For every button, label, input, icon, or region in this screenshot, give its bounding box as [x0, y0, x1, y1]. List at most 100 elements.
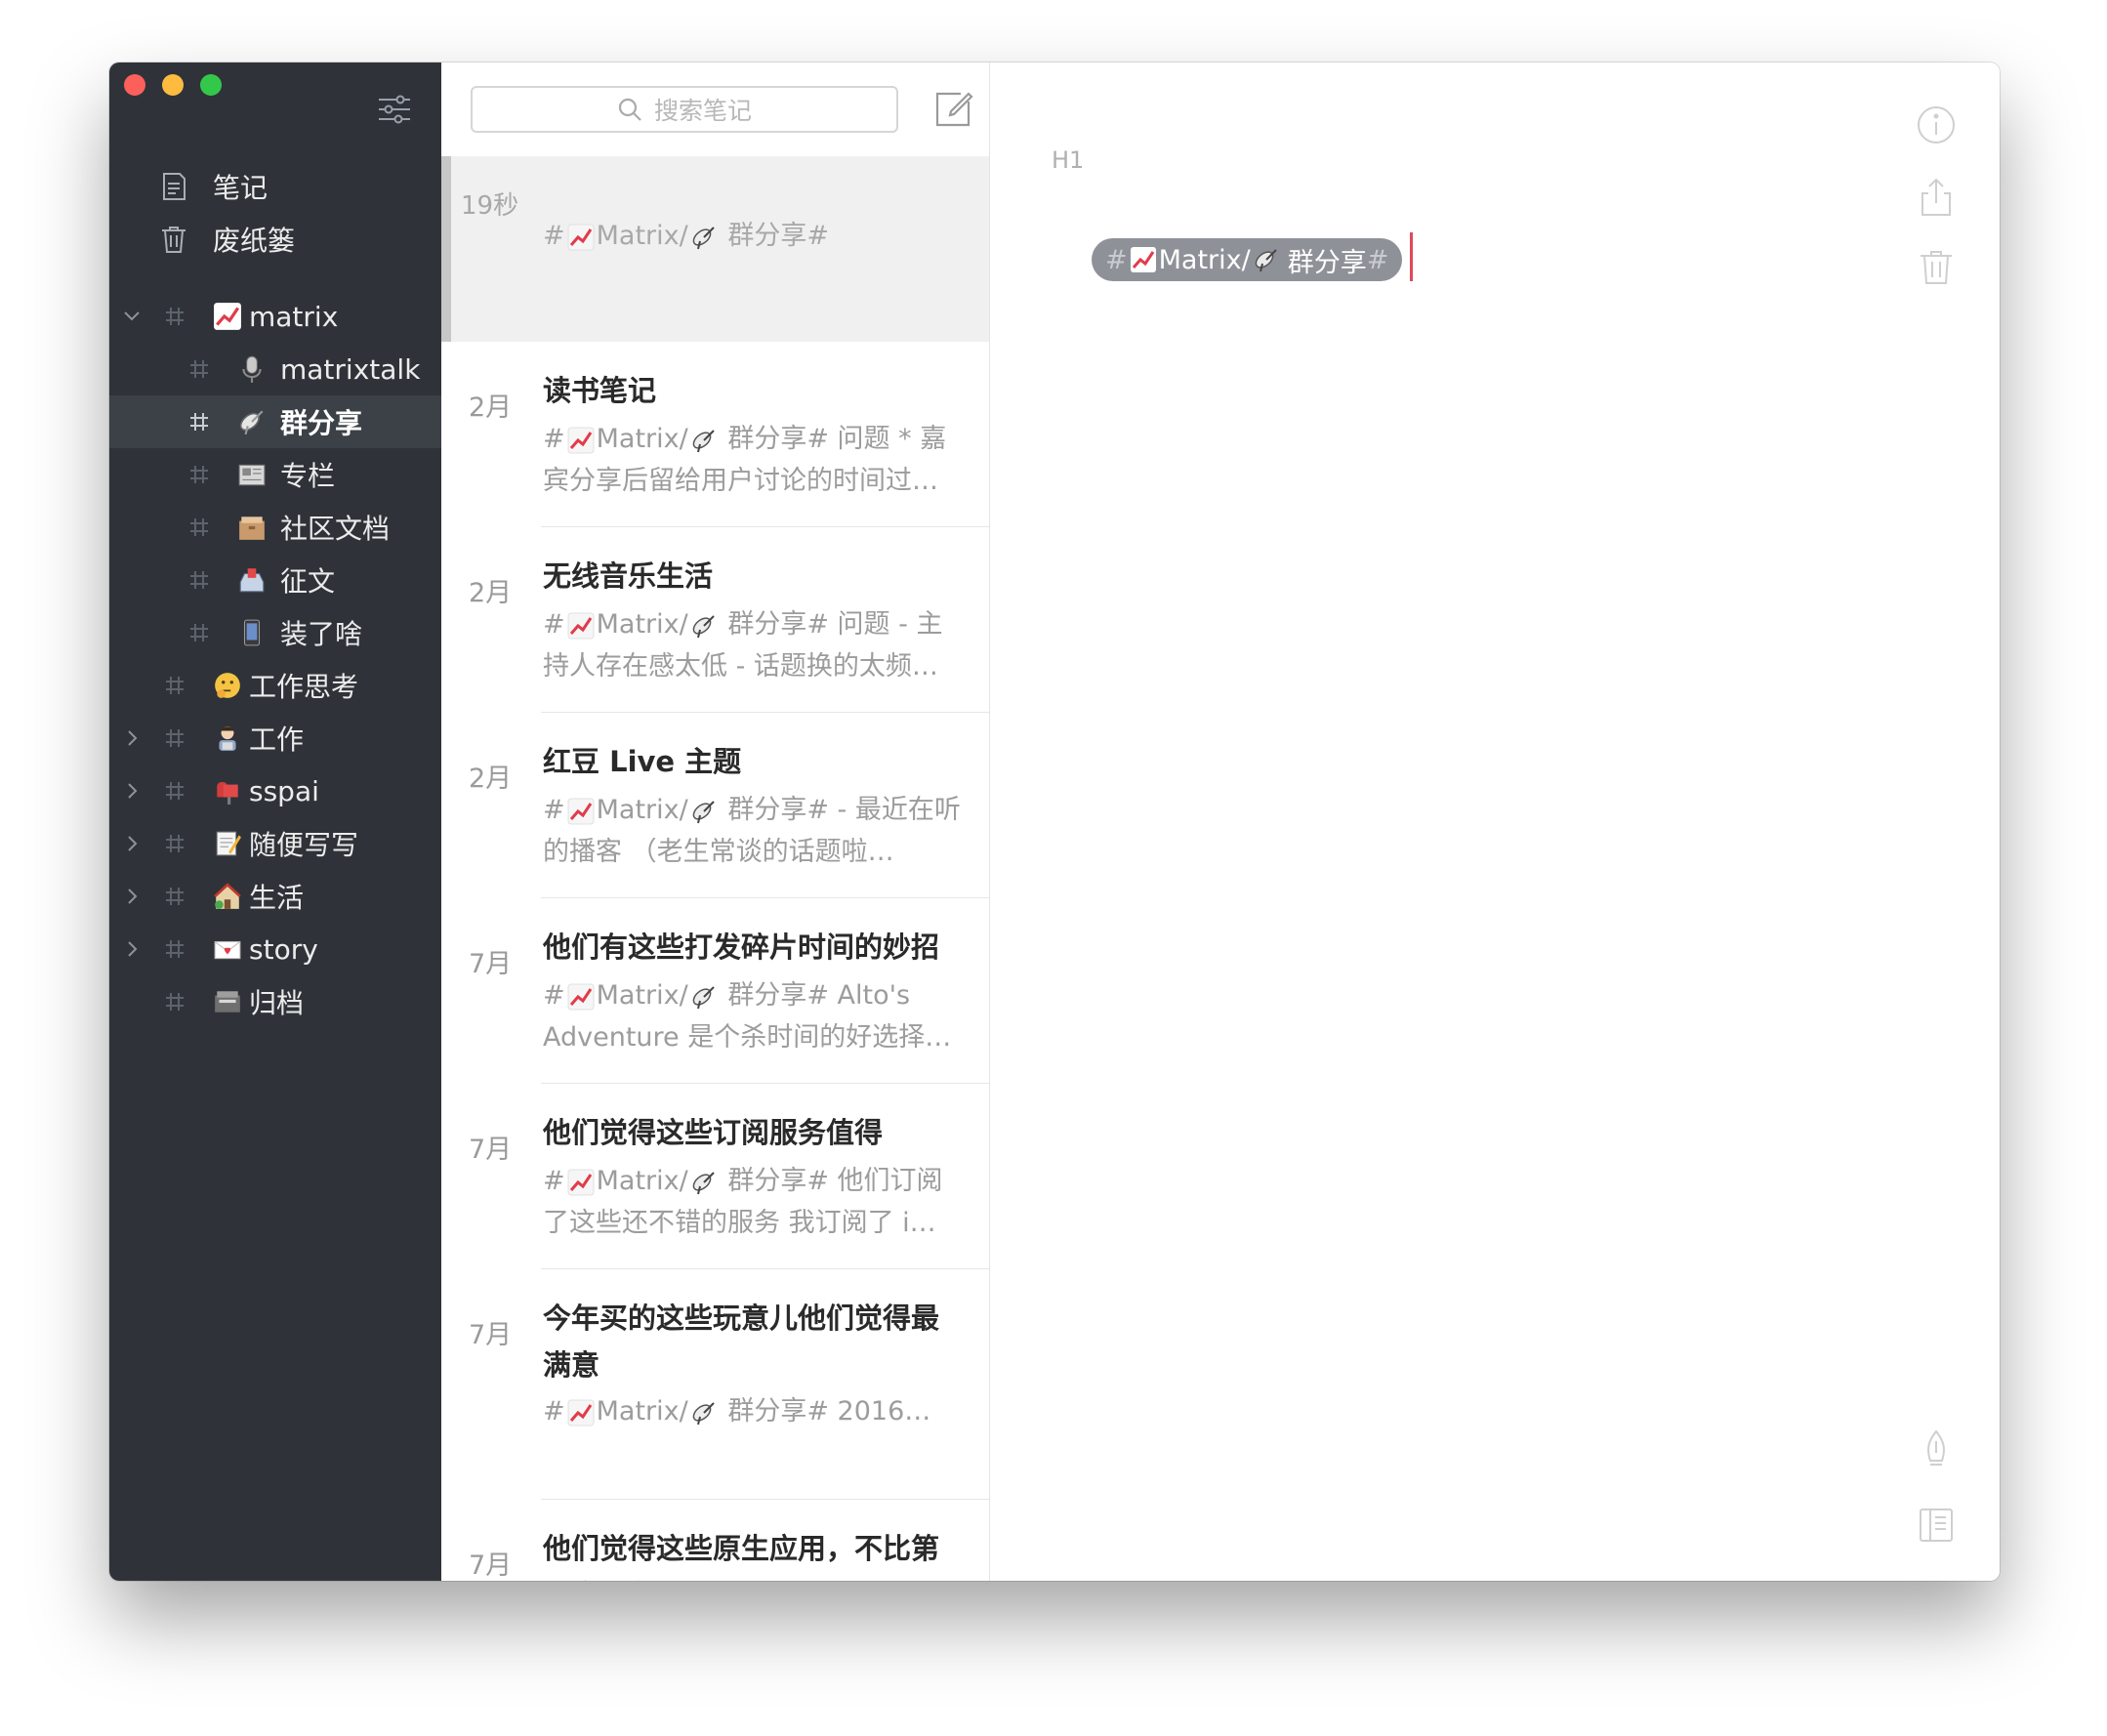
preview-hash: # [543, 795, 565, 825]
app-window: 笔记 废纸篓 matrix matrixtalk 群分享专栏 社区文档征文装了啥 工作思… [109, 62, 2000, 1581]
satellite-dish-icon [692, 1401, 715, 1425]
note-date: 7月 [469, 1550, 513, 1581]
preview-matrix: Matrix/ [596, 795, 688, 825]
note-list-item[interactable]: 7月 他们有这些打发碎片时间的妙招 # Matrix/ 群分享# Alto's Adv… [441, 898, 989, 1084]
note-date: 7月 [469, 1135, 513, 1165]
sidebar: 笔记 废纸篓 matrix matrixtalk 群分享专栏 社区文档征文装了啥 工作思… [109, 62, 441, 1581]
house-emoji [212, 881, 243, 912]
microphone-emoji [236, 353, 268, 385]
office-worker-emoji [212, 723, 243, 754]
chevron-right-icon[interactable] [121, 938, 143, 960]
chevron-right-icon[interactable] [121, 727, 143, 749]
preview-hash: # [543, 1166, 565, 1196]
search-placeholder: 搜索笔记 [653, 97, 752, 125]
compose-icon[interactable] [931, 88, 974, 131]
search-field[interactable]: 搜索笔记 [471, 86, 898, 133]
preview-group: 群分享# [727, 1396, 829, 1426]
notes-icon[interactable] [1915, 1504, 1958, 1547]
editor-pane[interactable]: H1 # Matrix/ 群分享 # [990, 62, 2000, 1581]
note-list-item[interactable]: 2月 无线音乐生活 # Matrix/ 群分享# 问题 - 主持人存在感太低 - 话题… [441, 527, 989, 713]
sidebar-item-label: 废纸篓 [213, 225, 296, 257]
tag-label: sspai [249, 774, 319, 807]
trash-icon [162, 227, 186, 253]
preview-group: 群分享# [727, 221, 829, 251]
tag-label: 群分享 [280, 407, 363, 439]
newspaper-emoji [236, 459, 268, 490]
close-window-button[interactable] [124, 74, 145, 96]
search-icon [618, 98, 641, 121]
satellite-dish-icon [1255, 249, 1277, 272]
memo-emoji [212, 828, 243, 859]
sidebar-item-label: 笔记 [213, 172, 269, 204]
note-date: 7月 [469, 949, 513, 979]
zoom-window-button[interactable] [200, 74, 222, 96]
info-icon[interactable] [1915, 103, 1958, 146]
preview-matrix: Matrix/ [596, 609, 688, 640]
note-title: 读书笔记 [543, 374, 657, 407]
satellite-dish-icon [692, 429, 715, 452]
text-caret [1410, 232, 1413, 281]
sidebar-tag-随便写写[interactable]: 随便写写 [109, 817, 441, 870]
thinking-face-emoji [212, 670, 243, 701]
preview-matrix: Matrix/ [596, 980, 688, 1011]
preview-hash: # [543, 424, 565, 454]
chevron-down-icon[interactable] [121, 306, 143, 327]
hashtag-icon [190, 624, 208, 641]
sidebar-tag-matrix[interactable]: matrix [109, 290, 441, 343]
note-list-item[interactable]: 2月 红豆 Live 主题 # Matrix/ 群分享# - 最近在听的播客 （老生常… [441, 713, 989, 898]
sidebar-tag-社区文档[interactable]: 社区文档 [109, 501, 441, 554]
trash-icon[interactable] [1915, 246, 1958, 289]
sidebar-tag-sspai[interactable]: sspai [109, 765, 441, 817]
tag-label: 征文 [280, 565, 336, 598]
sidebar-item-trash[interactable]: 废纸篓 [109, 213, 441, 266]
note-list-item[interactable]: 7月 今年买的这些玩意儿他们觉得最满意 # Matrix/ 群分享# 2016… [441, 1269, 989, 1500]
note-list-item[interactable]: 19秒 # Matrix/ 群分享# [441, 156, 989, 342]
chevron-right-icon[interactable] [121, 780, 143, 802]
note-date: 2月 [469, 578, 513, 608]
preview-group: 群分享# [727, 609, 829, 640]
chevron-right-icon[interactable] [121, 833, 143, 854]
file-box-emoji [236, 512, 268, 543]
note-preview: # Matrix/ 群分享# [543, 215, 963, 257]
editor-tag-chip[interactable]: # Matrix/ 群分享 # [1092, 238, 1403, 281]
note-preview: # Matrix/ 群分享# 问题 * 嘉宾分享后留给用户讨论的时间过… [543, 418, 963, 502]
sidebar-tag-征文[interactable]: 征文 [109, 554, 441, 606]
chevron-right-icon[interactable] [121, 886, 143, 907]
preview-hash: # [543, 221, 565, 251]
sidebar-tag-生活[interactable]: 生活 [109, 870, 441, 923]
tag-label: 随便写写 [249, 829, 359, 861]
sidebar-nav: 笔记 废纸篓 [109, 160, 441, 266]
note-date: 7月 [469, 1320, 513, 1350]
sidebar-tag-装了啥[interactable]: 装了啥 [109, 606, 441, 659]
sidebar-tag-story[interactable]: story [109, 923, 441, 975]
sidebar-tag-工作[interactable]: 工作 [109, 712, 441, 765]
pen-icon[interactable] [1915, 1427, 1958, 1470]
minimize-window-button[interactable] [162, 74, 184, 96]
hashtag-icon [190, 571, 208, 589]
sidebar-tag-matrixtalk[interactable]: matrixtalk [109, 343, 441, 395]
note-title: 他们有这些打发碎片时间的妙招 [543, 930, 940, 964]
sidebar-tag-工作思考[interactable]: 工作思考 [109, 659, 441, 712]
share-icon[interactable] [1915, 176, 1958, 219]
preview-matrix: Matrix/ [596, 1166, 688, 1196]
preview-group: 群分享# [727, 424, 829, 454]
satellite-dish-icon [692, 985, 715, 1009]
sidebar-tag-专栏[interactable]: 专栏 [109, 448, 441, 501]
chip-hash: # [1105, 244, 1128, 275]
tag-label: 生活 [249, 882, 305, 914]
satellite-dish-icon [692, 226, 715, 249]
sidebar-item-notes[interactable]: 笔记 [109, 160, 441, 213]
mobile-phone-emoji [236, 617, 268, 648]
inbox-tray-emoji [236, 564, 268, 596]
tag-label: matrix [249, 300, 339, 333]
note-list-item[interactable]: 2月 读书笔记 # Matrix/ 群分享# 问题 * 嘉宾分享后留给用户讨论的时间过… [441, 342, 989, 527]
note-preview: # Matrix/ 群分享# Alto's Adventure 是个杀时间的好选择… [543, 974, 963, 1058]
sidebar-tag-归档[interactable]: 归档 [109, 975, 441, 1028]
note-list-item[interactable]: 7月他们觉得这些原生应用，不比第三方逊色 | Matrix Early Bird… [441, 1500, 989, 1581]
filter-settings-icon[interactable] [375, 90, 414, 129]
note-list-item[interactable]: 7月 他们觉得这些订阅服务值得 # Matrix/ 群分享# 他们订阅了这些还不错的服… [441, 1084, 989, 1269]
preview-matrix: Matrix/ [596, 424, 688, 454]
sidebar-tag-群分享[interactable]: 群分享 [109, 395, 441, 448]
note-icon [163, 173, 186, 200]
chart-emoji-icon [567, 612, 595, 639]
